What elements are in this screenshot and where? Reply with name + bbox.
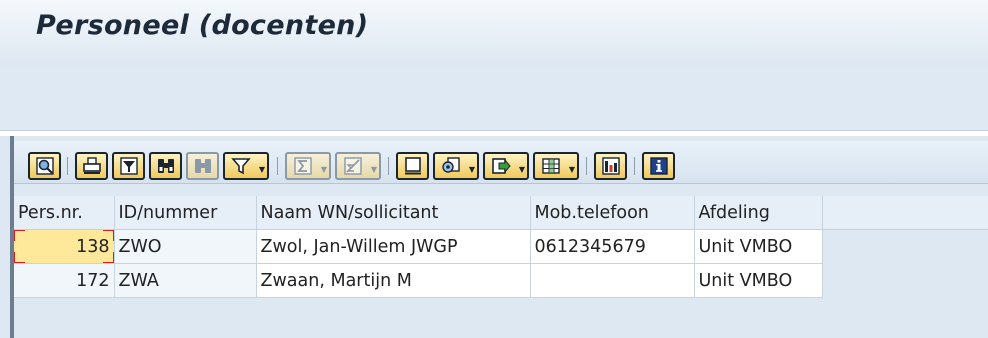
subtotal-icon <box>344 157 362 175</box>
selection-marker <box>102 252 113 263</box>
print-preview-button[interactable] <box>396 152 429 180</box>
alv-toolbar: ▼ ▼ ▼ ▼ ▼ ▼ <box>14 141 988 184</box>
page-title: Personeel (docenten) <box>36 10 369 41</box>
header-filler <box>822 196 988 230</box>
cell-id-nummer[interactable]: ZWO <box>114 229 257 264</box>
alv-grid-container: ▼ ▼ ▼ ▼ ▼ ▼ Pers.nr. ID/nummer Naam WN/s… <box>0 136 988 338</box>
selection-marker <box>102 229 113 241</box>
dropdown-arrow-icon: ▼ <box>370 165 377 174</box>
cell-pers-nr[interactable]: 138 <box>14 229 115 264</box>
grid-header-row: Pers.nr. ID/nummer Naam WN/sollicitant M… <box>14 196 988 230</box>
subtotal-button[interactable]: ▼ <box>335 152 381 180</box>
dropdown-arrow-icon: ▼ <box>518 165 525 174</box>
column-header-naam[interactable]: Naam WN/sollicitant <box>256 196 531 230</box>
application-toolbar <box>0 66 988 131</box>
row-filler <box>822 263 988 298</box>
table-row[interactable]: 138 ZWO Zwol, Jan-Willem JWGP 0612345679… <box>14 229 988 264</box>
cell-afdeling[interactable]: Unit VMBO <box>694 229 823 264</box>
cell-pers-nr[interactable]: 172 <box>14 263 115 298</box>
details-button[interactable] <box>28 152 61 180</box>
binoculars-icon <box>157 159 174 173</box>
find-button[interactable] <box>149 152 182 180</box>
views-button[interactable]: ▼ <box>433 152 479 180</box>
cell-id-nummer[interactable]: ZWA <box>114 263 257 298</box>
info-icon <box>649 157 668 175</box>
magnifier-details-icon <box>35 157 54 175</box>
toolbar-separator <box>586 157 587 175</box>
set-filter-button[interactable]: ▼ <box>223 152 269 180</box>
cell-mob-telefoon[interactable]: 0612345679 <box>530 229 695 264</box>
sigma-icon <box>294 157 312 175</box>
row-filler <box>822 229 988 264</box>
views-icon <box>442 157 460 173</box>
selection-marker <box>14 252 25 263</box>
dropdown-arrow-icon: ▼ <box>320 165 327 174</box>
column-header-pers-nr[interactable]: Pers.nr. <box>14 196 115 230</box>
export-icon <box>492 158 511 174</box>
dropdown-arrow-icon: ▼ <box>258 165 265 174</box>
dropdown-arrow-icon: ▼ <box>568 165 575 174</box>
graphic-button[interactable] <box>594 152 627 180</box>
alv-data-grid: Pers.nr. ID/nummer Naam WN/sollicitant M… <box>14 196 988 298</box>
document-icon <box>404 157 421 175</box>
export-button[interactable]: ▼ <box>483 152 529 180</box>
cell-naam[interactable]: Zwaan, Martijn M <box>256 263 531 298</box>
grid-layout-icon <box>542 158 560 174</box>
column-header-mob-telefoon[interactable]: Mob.telefoon <box>530 196 695 230</box>
toolbar-separator <box>67 157 68 175</box>
chart-icon <box>601 157 620 175</box>
filter-icon <box>119 157 138 175</box>
print-button[interactable] <box>75 152 108 180</box>
toolbar-separator <box>634 157 635 175</box>
cell-afdeling[interactable]: Unit VMBO <box>694 263 823 298</box>
funnel-icon <box>231 158 251 175</box>
column-header-afdeling[interactable]: Afdeling <box>694 196 823 230</box>
layout-button[interactable]: ▼ <box>533 152 579 180</box>
title-bar: Personeel (docenten) <box>0 0 988 66</box>
column-header-id-nummer[interactable]: ID/nummer <box>114 196 257 230</box>
printer-icon <box>82 157 101 174</box>
filter-button[interactable] <box>112 152 145 180</box>
dropdown-arrow-icon: ▼ <box>468 165 475 174</box>
selection-marker <box>14 229 25 241</box>
info-button[interactable] <box>642 152 675 180</box>
toolbar-separator <box>277 157 278 175</box>
find-next-button[interactable] <box>186 152 219 180</box>
total-button[interactable]: ▼ <box>285 152 331 180</box>
binoculars-plus-icon <box>194 159 211 173</box>
table-row[interactable]: 172 ZWA Zwaan, Martijn M Unit VMBO <box>14 263 988 298</box>
cell-mob-telefoon[interactable] <box>530 263 695 298</box>
toolbar-separator <box>388 157 389 175</box>
cell-naam[interactable]: Zwol, Jan-Willem JWGP <box>256 229 531 264</box>
